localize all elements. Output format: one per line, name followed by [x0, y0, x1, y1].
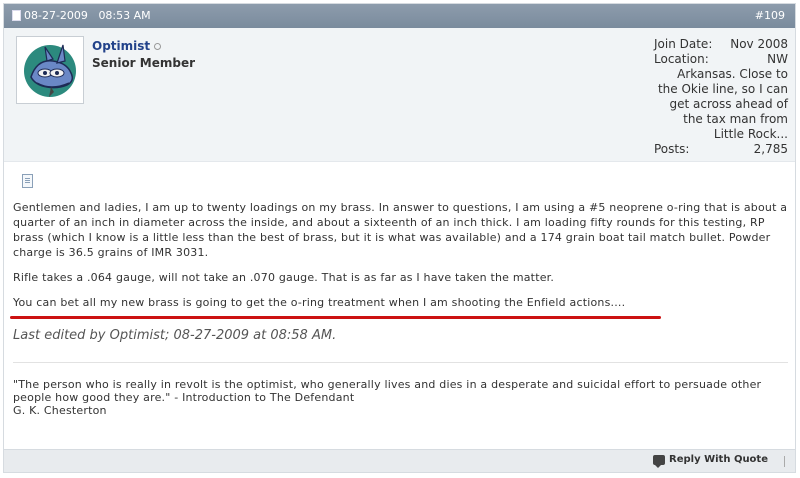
avatar[interactable] [16, 36, 84, 104]
post-header: 08-27-2009 08:53 AM #109 [4, 4, 795, 28]
forum-post: 08-27-2009 08:53 AM #109 Optimist Senior… [3, 3, 796, 473]
signature-quote: "The person who is really in revolt is t… [13, 378, 762, 404]
user-stats: Join Date: Nov 2008 Location: NW Arkansa… [654, 37, 788, 157]
dragon-avatar-icon [24, 44, 76, 97]
offline-status-icon [154, 43, 162, 50]
message-paragraph: Gentlemen and ladies, I am up to twenty … [13, 201, 788, 259]
message-body: Gentlemen and ladies, I am up to twenty … [13, 200, 788, 320]
document-icon [12, 10, 21, 21]
location-value-first: NW [767, 52, 788, 66]
speech-bubble-icon [653, 454, 666, 468]
last-edited-note: Last edited by Optimist; 08-27-2009 at 0… [13, 328, 337, 343]
location-row: Location: NW [654, 52, 788, 66]
signature: "The person who is really in revolt is t… [13, 378, 788, 417]
red-underline-annotation [10, 316, 661, 319]
posts-count: 2,785 [753, 142, 788, 156]
footer-divider [784, 456, 785, 467]
username-link[interactable]: Optimist [92, 39, 162, 53]
post-footer: Reply With Quote [4, 449, 795, 472]
reply-with-quote-button[interactable]: Reply With Quote [653, 454, 768, 468]
message-paragraph: You can bet all my new brass is going to… [13, 296, 626, 309]
post-number-link[interactable]: #109 [755, 9, 785, 22]
join-date-row: Join Date: Nov 2008 [654, 37, 788, 51]
posts-row: Posts: 2,785 [654, 142, 788, 156]
signature-divider [13, 362, 788, 363]
signature-author: G. K. Chesterton [13, 404, 107, 417]
message-paragraph: Rifle takes a .064 gauge, will not take … [13, 271, 555, 284]
user-info-panel: Optimist Senior Member Join Date: Nov 20… [4, 28, 795, 162]
join-date-value: Nov 2008 [730, 37, 788, 51]
document-icon [22, 174, 33, 188]
post-date: 08-27-2009 08:53 AM [24, 9, 151, 22]
reply-with-quote-label: Reply With Quote [669, 454, 768, 465]
location-value-rest: Arkansas. Close to the Okie line, so I c… [657, 67, 788, 141]
user-title: Senior Member [92, 56, 196, 70]
